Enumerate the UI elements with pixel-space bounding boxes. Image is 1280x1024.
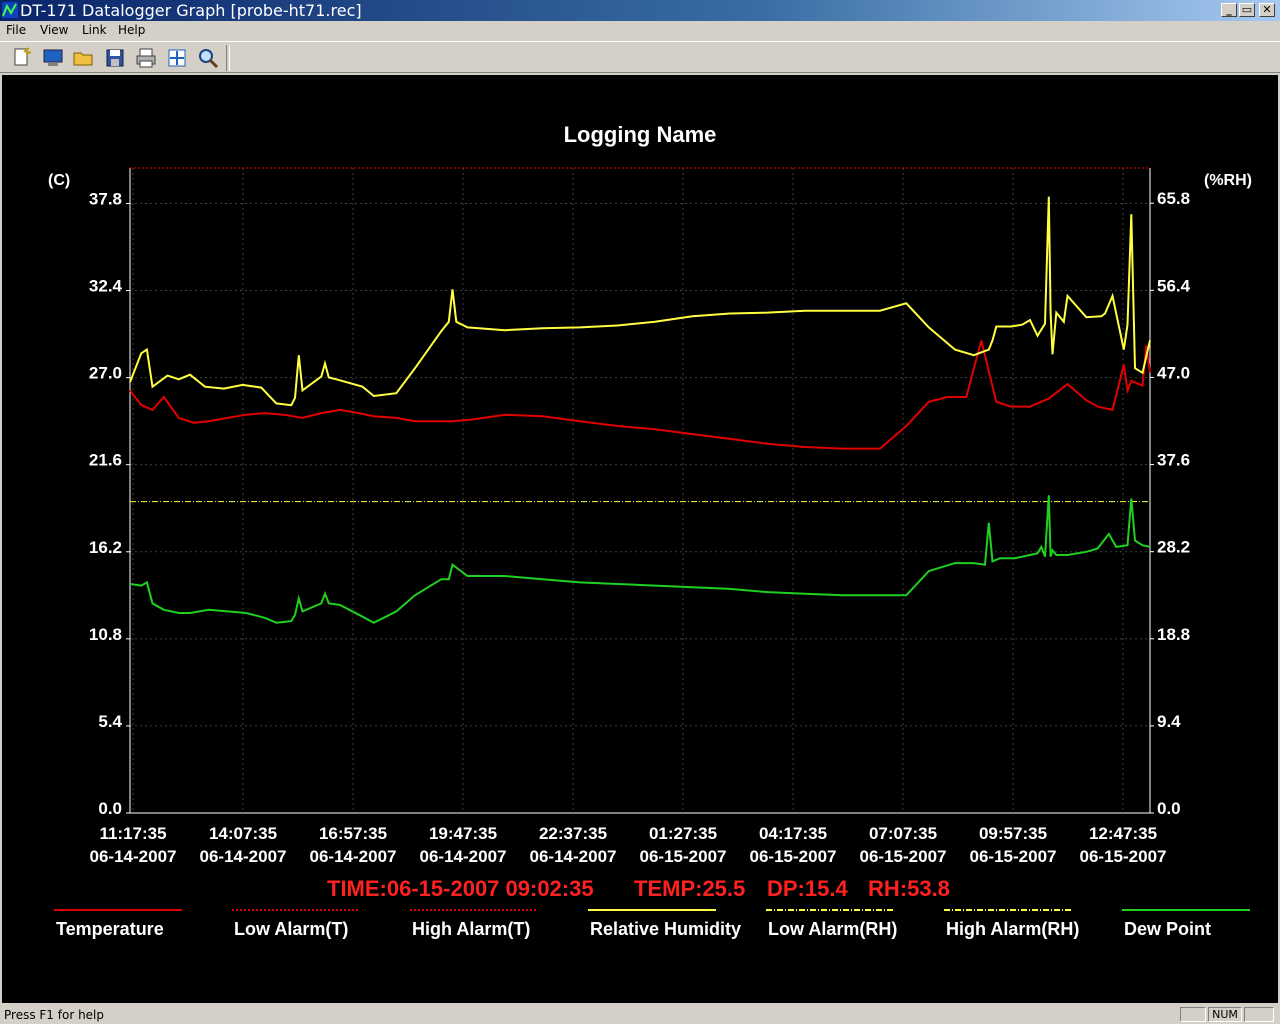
title-bar: DT-171 Datalogger Graph [probe-ht71.rec]… bbox=[0, 0, 1280, 21]
y-tick-right: 56.4 bbox=[1157, 276, 1191, 295]
menu-file[interactable]: File bbox=[6, 23, 26, 37]
x-tick-date: 06-15-2007 bbox=[860, 847, 947, 866]
series-layer bbox=[129, 196, 1151, 624]
series-rh bbox=[129, 196, 1151, 407]
y-tick-left: 5.4 bbox=[98, 712, 122, 731]
graph-area: Logging Name (C) (%RH) 37.8 32.4 27.0 21.6 1… bbox=[2, 75, 1278, 1003]
readout-time: TIME:06-15-2007 09:02:35 bbox=[327, 876, 594, 901]
x-tick-date: 06-15-2007 bbox=[1080, 847, 1167, 866]
window-title: DT-171 Datalogger Graph [probe-ht71.rec] bbox=[20, 1, 362, 20]
y-tick-right: 65.8 bbox=[1157, 189, 1190, 208]
status-pane-caps bbox=[1180, 1007, 1206, 1022]
status-pane-num: NUM bbox=[1208, 1007, 1242, 1022]
left-axis-label: (C) bbox=[48, 172, 70, 189]
y-tick-left: 37.8 bbox=[89, 189, 122, 208]
menu-link[interactable]: Link bbox=[82, 23, 107, 37]
y-tick-left: 10.8 bbox=[89, 625, 122, 644]
x-tick-date: 06-15-2007 bbox=[970, 847, 1057, 866]
y-tick-left: 0.0 bbox=[98, 799, 122, 818]
status-pane-scroll bbox=[1244, 1007, 1274, 1022]
legend-label: Relative Humidity bbox=[590, 919, 741, 939]
readout-temp: TEMP:25.5 bbox=[634, 876, 745, 901]
y-tick-right: 28.2 bbox=[1157, 538, 1190, 557]
x-tick-time: 07:07:35 bbox=[869, 824, 937, 843]
close-button[interactable]: ✕ bbox=[1259, 3, 1275, 17]
x-tick-date: 06-15-2007 bbox=[640, 847, 727, 866]
menu-view[interactable]: View bbox=[40, 23, 68, 37]
readout: TIME:06-15-2007 09:02:35 TEMP:25.5 DP:15… bbox=[327, 876, 950, 901]
y-ticks: 37.8 32.4 27.0 21.6 16.2 10.8 5.4 0.0 65.8 56.4 47… bbox=[89, 189, 1191, 818]
x-tick-time: 09:57:35 bbox=[979, 824, 1047, 843]
legend-label: Temperature bbox=[56, 919, 164, 939]
x-tick-time: 04:17:35 bbox=[759, 824, 827, 843]
legend-label: Low Alarm(T) bbox=[234, 919, 348, 939]
save-icon[interactable] bbox=[103, 46, 127, 70]
legend-label: Low Alarm(RH) bbox=[768, 919, 897, 939]
chart-title: Logging Name bbox=[564, 122, 717, 147]
open-icon[interactable] bbox=[72, 46, 96, 70]
minimize-button[interactable]: _ bbox=[1221, 3, 1237, 17]
readout-rh: RH:53.8 bbox=[868, 876, 950, 901]
grid bbox=[129, 167, 1151, 814]
display-icon[interactable] bbox=[41, 46, 65, 70]
x-tick-date: 06-14-2007 bbox=[200, 847, 287, 866]
chart: Logging Name (C) (%RH) 37.8 32.4 27.0 21.6 1… bbox=[48, 122, 1252, 939]
legend-label: High Alarm(T) bbox=[412, 919, 530, 939]
menu-bar: File View Link Help bbox=[0, 21, 1280, 40]
y-tick-right: 18.8 bbox=[1157, 625, 1190, 644]
readout-dp: DP:15.4 bbox=[767, 876, 848, 901]
maximize-button[interactable]: ▭ bbox=[1239, 3, 1255, 17]
legend-label: High Alarm(RH) bbox=[946, 919, 1079, 939]
status-bar: Press F1 for help NUM bbox=[0, 1005, 1280, 1024]
x-tick-date: 06-14-2007 bbox=[310, 847, 397, 866]
x-tick-time: 11:17:35 bbox=[99, 824, 166, 843]
app-icon bbox=[2, 2, 18, 18]
x-tick-date: 06-15-2007 bbox=[750, 847, 837, 866]
y-tick-left: 21.6 bbox=[89, 451, 122, 470]
y-tick-left: 32.4 bbox=[89, 277, 123, 296]
y-tick-right: 9.4 bbox=[1157, 712, 1181, 731]
y-tick-right: 47.0 bbox=[1157, 363, 1190, 382]
fit-icon[interactable] bbox=[165, 46, 189, 70]
x-tick-time: 22:37:35 bbox=[539, 824, 607, 843]
toolbar-separator bbox=[226, 45, 230, 71]
series-temp bbox=[129, 340, 1151, 450]
x-tick-time: 16:57:35 bbox=[319, 824, 387, 843]
legend-label: Dew Point bbox=[1124, 919, 1211, 939]
status-help-text: Press F1 for help bbox=[4, 1008, 105, 1022]
print-icon[interactable] bbox=[134, 46, 158, 70]
x-tick-date: 06-14-2007 bbox=[420, 847, 507, 866]
toolbar bbox=[0, 41, 1280, 73]
x-tick-time: 14:07:35 bbox=[209, 824, 277, 843]
x-tick-time: 19:47:35 bbox=[429, 824, 497, 843]
legend: Temperature Low Alarm(T) High Alarm(T) Rela… bbox=[54, 909, 1250, 939]
y-tick-right: 37.6 bbox=[1157, 451, 1190, 470]
y-tick-right: 0.0 bbox=[1157, 799, 1181, 818]
right-axis-label: (%RH) bbox=[1204, 172, 1252, 189]
x-ticks: 11:17:35 06-14-2007 14:07:35 06-14-2007 16:5… bbox=[90, 824, 1167, 866]
x-tick-date: 06-14-2007 bbox=[530, 847, 617, 866]
x-tick-time: 12:47:35 bbox=[1089, 824, 1157, 843]
x-tick-time: 01:27:35 bbox=[649, 824, 717, 843]
y-tick-left: 16.2 bbox=[89, 538, 122, 557]
new-icon[interactable] bbox=[10, 46, 34, 70]
menu-help[interactable]: Help bbox=[118, 23, 145, 37]
x-tick-date: 06-14-2007 bbox=[90, 847, 177, 866]
series-dew bbox=[129, 495, 1151, 624]
y-tick-left: 27.0 bbox=[89, 364, 122, 383]
zoom-icon[interactable] bbox=[196, 46, 220, 70]
